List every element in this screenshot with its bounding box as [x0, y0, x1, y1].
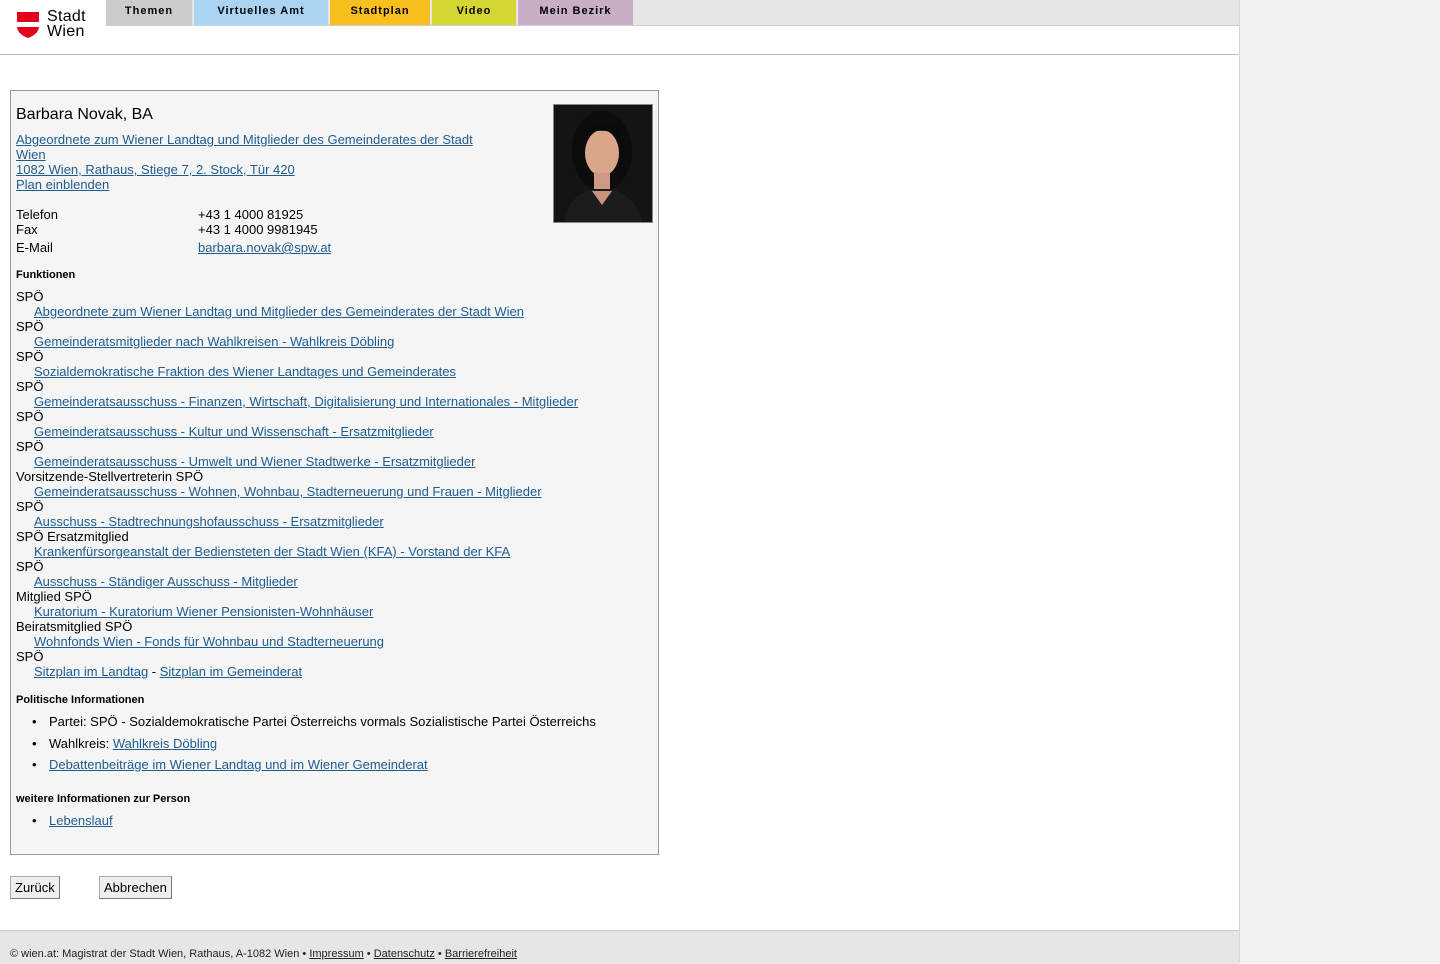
functions-heading: Funktionen	[16, 269, 76, 281]
site-footer: © wien.at: Magistrat der Stadt Wien, Rat…	[0, 930, 1239, 964]
role-link[interactable]: Abgeordnete zum Wiener Landtag und Mitgl…	[16, 132, 486, 162]
wahlkreis-item: Wahlkreis: Wahlkreis Döbling	[16, 736, 596, 758]
portrait-image	[554, 105, 652, 222]
nav-tab-virtuelles-amt[interactable]: Virtuelles Amt	[194, 0, 328, 25]
function-link[interactable]: Sozialdemokratische Fraktion des Wiener …	[34, 364, 456, 379]
function-label: Vorsitzende-Stellvertreterin SPÖ	[16, 469, 204, 484]
footer-separator: •	[363, 948, 374, 960]
wahlkreis-link[interactable]: Wahlkreis Döbling	[113, 736, 217, 751]
debate-item: Debattenbeiträge im Wiener Landtag und i…	[16, 757, 596, 779]
impressum-link[interactable]: Impressum	[309, 948, 363, 960]
function-link[interactable]: Kuratorium - Kuratorium Wiener Pensionis…	[34, 604, 373, 619]
phone-value: +43 1 4000 81925	[198, 207, 304, 222]
function-label: SPÖ	[16, 559, 44, 574]
further-info-list: Lebenslauf	[16, 813, 113, 835]
phone-label: Telefon	[16, 207, 58, 222]
person-detail-card: Barbara Novak, BA Abgeordnete zum Wiener…	[10, 90, 659, 855]
nav-tab-themen[interactable]: Themen	[106, 0, 192, 25]
function-link[interactable]: Ausschuss - Ständiger Ausschuss - Mitgli…	[34, 574, 298, 589]
nav-tab-stadtplan[interactable]: Stadtplan	[330, 0, 430, 25]
function-label: SPÖ	[16, 499, 44, 514]
back-button[interactable]: Zurück	[10, 876, 60, 899]
fax-value: +43 1 4000 9981945	[198, 222, 318, 237]
seating-plan-gemeinderat-link[interactable]: Sitzplan im Gemeinderat	[160, 664, 302, 679]
function-label: SPÖ	[16, 319, 44, 334]
person-name: Barbara Novak, BA	[16, 106, 153, 123]
party-text: Partei: SPÖ - Sozialdemokratische Partei…	[49, 714, 596, 729]
site-header: Stadt Wien Themen Virtuelles Amt Stadtpl…	[0, 0, 1239, 55]
political-info-heading: Politische Informationen	[16, 694, 145, 706]
function-link[interactable]: Krankenfürsorgeanstalt der Bediensteten …	[34, 544, 510, 559]
function-link[interactable]: Ausschuss - Stadtrechnungshofausschuss -…	[34, 514, 384, 529]
function-link[interactable]: Gemeinderatsausschuss - Kultur und Wisse…	[34, 424, 434, 439]
function-label: SPÖ	[16, 649, 44, 664]
function-link[interactable]: Gemeinderatsausschuss - Umwelt und Wiene…	[34, 454, 475, 469]
seating-plan-landtag-link[interactable]: Sitzplan im Landtag	[34, 664, 148, 679]
function-link[interactable]: Gemeinderatsmitglieder nach Wahlkreisen …	[34, 334, 394, 349]
vienna-shield-icon	[17, 12, 39, 38]
function-label: SPÖ	[16, 439, 44, 454]
footer-separator: •	[434, 948, 445, 960]
function-label: SPÖ	[16, 349, 44, 364]
seating-plan-separator: -	[148, 664, 160, 679]
main-navigation: Themen Virtuelles Amt Stadtplan Video Me…	[106, 0, 1239, 26]
cv-link[interactable]: Lebenslauf	[49, 813, 113, 828]
function-link[interactable]: Wohnfonds Wien - Fonds für Wohnbau und S…	[34, 634, 384, 649]
barrierefreiheit-link[interactable]: Barrierefreiheit	[445, 948, 517, 960]
function-label: SPÖ	[16, 409, 44, 424]
function-label: Beiratsmitglied SPÖ	[16, 619, 133, 634]
function-label: Mitglied SPÖ	[16, 589, 92, 604]
email-link[interactable]: barbara.novak@spw.at	[198, 240, 331, 255]
email-label: E-Mail	[16, 240, 53, 255]
stadt-wien-logo[interactable]: Stadt Wien	[16, 9, 96, 43]
page-right-gutter	[1239, 0, 1440, 963]
further-info-heading: weitere Informationen zur Person	[16, 793, 191, 805]
political-info-list: Partei: SPÖ - Sozialdemokratische Partei…	[16, 714, 596, 779]
function-link[interactable]: Gemeinderatsausschuss - Wohnen, Wohnbau,…	[34, 484, 542, 499]
nav-tab-mein-bezirk[interactable]: Mein Bezirk	[518, 0, 633, 25]
footer-copyright: © wien.at: Magistrat der Stadt Wien, Rat…	[10, 948, 310, 960]
fax-label: Fax	[16, 222, 38, 237]
cancel-button[interactable]: Abbrechen	[99, 876, 172, 899]
function-label: SPÖ	[16, 379, 44, 394]
nav-tab-video[interactable]: Video	[432, 0, 516, 25]
function-link[interactable]: Gemeinderatsausschuss - Finanzen, Wirtsc…	[34, 394, 578, 409]
cv-item: Lebenslauf	[16, 813, 113, 835]
datenschutz-link[interactable]: Datenschutz	[374, 948, 435, 960]
function-label: SPÖ Ersatzmitglied	[16, 529, 129, 544]
footer-text: © wien.at: Magistrat der Stadt Wien, Rat…	[10, 948, 517, 960]
function-label: SPÖ	[16, 289, 44, 304]
function-link[interactable]: Abgeordnete zum Wiener Landtag und Mitgl…	[34, 304, 524, 319]
logo-wordmark: Stadt Wien	[47, 8, 86, 40]
wahlkreis-label: Wahlkreis:	[49, 735, 113, 751]
party-item: Partei: SPÖ - Sozialdemokratische Partei…	[16, 714, 596, 736]
functions-list: SPÖ Abgeordnete zum Wiener Landtag und M…	[16, 289, 646, 679]
debate-contributions-link[interactable]: Debattenbeiträge im Wiener Landtag und i…	[49, 757, 428, 772]
address-link[interactable]: 1082 Wien, Rathaus, Stiege 7, 2. Stock, …	[16, 162, 295, 177]
show-map-link[interactable]: Plan einblenden	[16, 177, 109, 192]
person-photo	[553, 104, 653, 223]
